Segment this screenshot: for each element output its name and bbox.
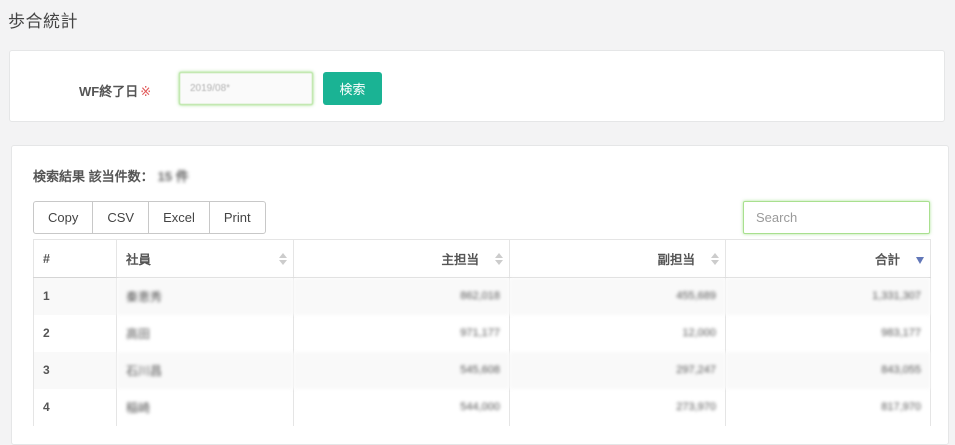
copy-button[interactable]: Copy [34, 202, 94, 233]
column-header-employee-label: 社員 [126, 253, 152, 267]
column-header-sub[interactable]: 副担当 [509, 239, 726, 278]
column-header-index-label: # [43, 251, 50, 266]
sub-amount-link[interactable]: 455,689 [509, 277, 726, 315]
sort-both-icon [711, 252, 719, 266]
table-row: 2 高田 971,177 12,000 983,177 [33, 314, 931, 352]
column-header-total[interactable]: 合計 [725, 239, 931, 278]
column-header-main-label: 主担当 [441, 253, 479, 267]
results-title-text: 検索結果 該当件数： [33, 169, 154, 184]
main-amount-link[interactable]: 971,177 [293, 314, 510, 352]
employee-name: 稲崎 [116, 388, 294, 426]
sort-desc-icon [916, 257, 924, 264]
excel-button[interactable]: Excel [149, 202, 210, 233]
column-header-main[interactable]: 主担当 [293, 239, 510, 278]
total-amount-link[interactable]: 983,177 [725, 314, 931, 352]
total-amount-link[interactable]: 843,055 [725, 351, 931, 389]
column-header-index: # [33, 239, 117, 278]
column-header-sub-label: 副担当 [657, 253, 695, 267]
employee-name: 秦恵秀 [116, 277, 294, 315]
employee-name: 高田 [116, 314, 294, 352]
table-row: 3 石川昌 545,608 297,247 843,055 [33, 351, 931, 389]
row-index: 4 [33, 388, 117, 426]
required-mark: ※ [140, 84, 152, 99]
export-button-group: Copy CSV Excel Print [33, 201, 266, 234]
wf-end-date-label-text: WF終了日 [79, 84, 139, 99]
results-title: 検索結果 該当件数： 15 件 [33, 166, 189, 185]
wf-end-date-label: WF終了日 ※ [79, 81, 151, 100]
main-amount-link[interactable]: 544,000 [293, 388, 510, 426]
sort-both-icon [495, 252, 503, 266]
results-table: # 社員 主担当 副担当 合計 1 秦恵秀 862,018 455,689 1,… [33, 239, 931, 426]
results-panel: 検索結果 該当件数：15 件 Copy CSV Excel Print # 社員… [11, 145, 949, 445]
print-button[interactable]: Print [210, 202, 265, 233]
main-amount-link[interactable]: 862,018 [293, 277, 510, 315]
column-header-employee[interactable]: 社員 [116, 239, 294, 278]
page-title: 歩合統計 [8, 12, 78, 31]
results-count: 15 件 [157, 169, 189, 184]
total-amount-link[interactable]: 1,331,307 [725, 277, 931, 315]
search-button[interactable]: 検索 [323, 72, 382, 105]
table-header-row: # 社員 主担当 副担当 合計 [33, 239, 931, 278]
row-index: 3 [33, 351, 117, 389]
column-header-total-label: 合計 [874, 253, 900, 267]
row-index: 2 [33, 314, 117, 352]
row-index: 1 [33, 277, 117, 315]
main-amount-link[interactable]: 545,608 [293, 351, 510, 389]
table-row: 1 秦恵秀 862,018 455,689 1,331,307 [33, 277, 931, 315]
sub-amount-link[interactable]: 297,247 [509, 351, 726, 389]
filter-panel: WF終了日※ 検索 [9, 50, 945, 122]
table-search-input[interactable] [743, 201, 930, 234]
total-amount-link[interactable]: 817,970 [725, 388, 931, 426]
sub-amount-link[interactable]: 12,000 [509, 314, 726, 352]
sort-both-icon [279, 252, 287, 266]
sub-amount-link[interactable]: 273,970 [509, 388, 726, 426]
wf-end-date-input[interactable] [179, 72, 313, 105]
employee-name: 石川昌 [116, 351, 294, 389]
table-row: 4 稲崎 544,000 273,970 817,970 [33, 388, 931, 426]
csv-button[interactable]: CSV [93, 202, 150, 233]
